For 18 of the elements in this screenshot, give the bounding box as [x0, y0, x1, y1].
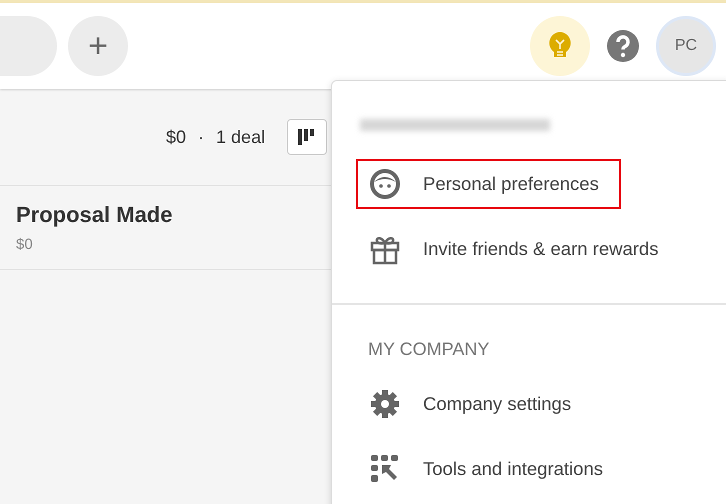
tools-icon: [369, 453, 401, 485]
settings-icon: [369, 388, 401, 420]
menu-item[interactable]: Invite friends & earn rewards: [356, 224, 680, 274]
deal-count: 1 deal: [216, 126, 266, 148]
pipeline-view-button[interactable]: [287, 119, 328, 155]
stage-amount: $0: [16, 236, 33, 253]
menu-item[interactable]: Personal preferences: [356, 159, 621, 209]
add-button[interactable]: +: [68, 16, 128, 76]
menu-item[interactable]: Company settings: [356, 379, 594, 429]
total-amount: $0: [166, 126, 186, 148]
user-avatar[interactable]: PC: [656, 16, 716, 76]
section-heading: MY COMPANY: [367, 339, 490, 361]
separator-dot: ·: [198, 126, 204, 148]
help-icon[interactable]: [607, 30, 639, 62]
face-icon: [369, 168, 401, 200]
stage-title: Proposal Made: [16, 202, 172, 228]
columns-icon: [298, 129, 316, 145]
menu-item[interactable]: Tools and integrations: [356, 444, 625, 494]
